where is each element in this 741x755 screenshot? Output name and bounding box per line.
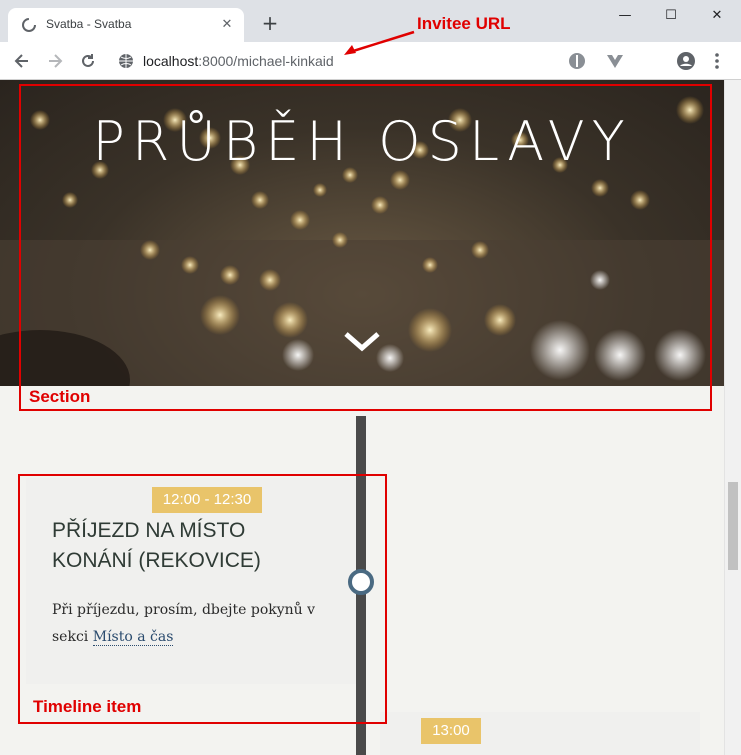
arrow-left-icon bbox=[14, 54, 28, 68]
scrollbar-thumb[interactable] bbox=[728, 482, 738, 570]
close-window-button[interactable]: ✕ bbox=[694, 4, 740, 28]
timeline-item-annotation-box bbox=[18, 474, 387, 724]
profile-icon[interactable] bbox=[676, 51, 696, 71]
section-annotation-label: Section bbox=[29, 387, 91, 406]
arrow-right-icon bbox=[49, 54, 63, 68]
menu-icon[interactable] bbox=[707, 51, 727, 71]
back-button[interactable] bbox=[9, 48, 35, 74]
close-tab-icon[interactable]: ✕ bbox=[218, 16, 236, 34]
maximize-button[interactable]: ☐ bbox=[648, 4, 694, 28]
forward-button[interactable] bbox=[42, 48, 68, 74]
vue-devtools-icon[interactable] bbox=[605, 51, 625, 71]
browser-tab[interactable]: Svatba - Svatba ✕ bbox=[8, 8, 244, 42]
reload-icon bbox=[82, 54, 94, 67]
tab-title: Svatba - Svatba bbox=[46, 17, 132, 31]
minimize-button[interactable]: — bbox=[602, 4, 648, 28]
url-path: :8000/michael-kinkaid bbox=[198, 53, 334, 69]
reload-button[interactable] bbox=[75, 48, 101, 74]
address-bar[interactable]: localhost:8000/michael-kinkaid bbox=[110, 47, 550, 75]
globe-icon bbox=[119, 54, 133, 68]
section-annotation-box bbox=[19, 84, 712, 411]
annotation-arrow-icon bbox=[344, 30, 415, 55]
page-scrollbar[interactable] bbox=[724, 80, 741, 755]
extension-icon[interactable] bbox=[567, 51, 587, 71]
timeline-item-annotation-label: Timeline item bbox=[33, 697, 142, 716]
invitee-url-annotation: Invitee URL bbox=[417, 14, 511, 33]
new-tab-button[interactable]: + bbox=[258, 12, 282, 36]
url-text: localhost:8000/michael-kinkaid bbox=[143, 53, 334, 69]
loading-icon bbox=[22, 18, 36, 32]
url-host: localhost bbox=[143, 53, 199, 69]
timeline-item-time-2: 13:00 bbox=[421, 718, 481, 744]
